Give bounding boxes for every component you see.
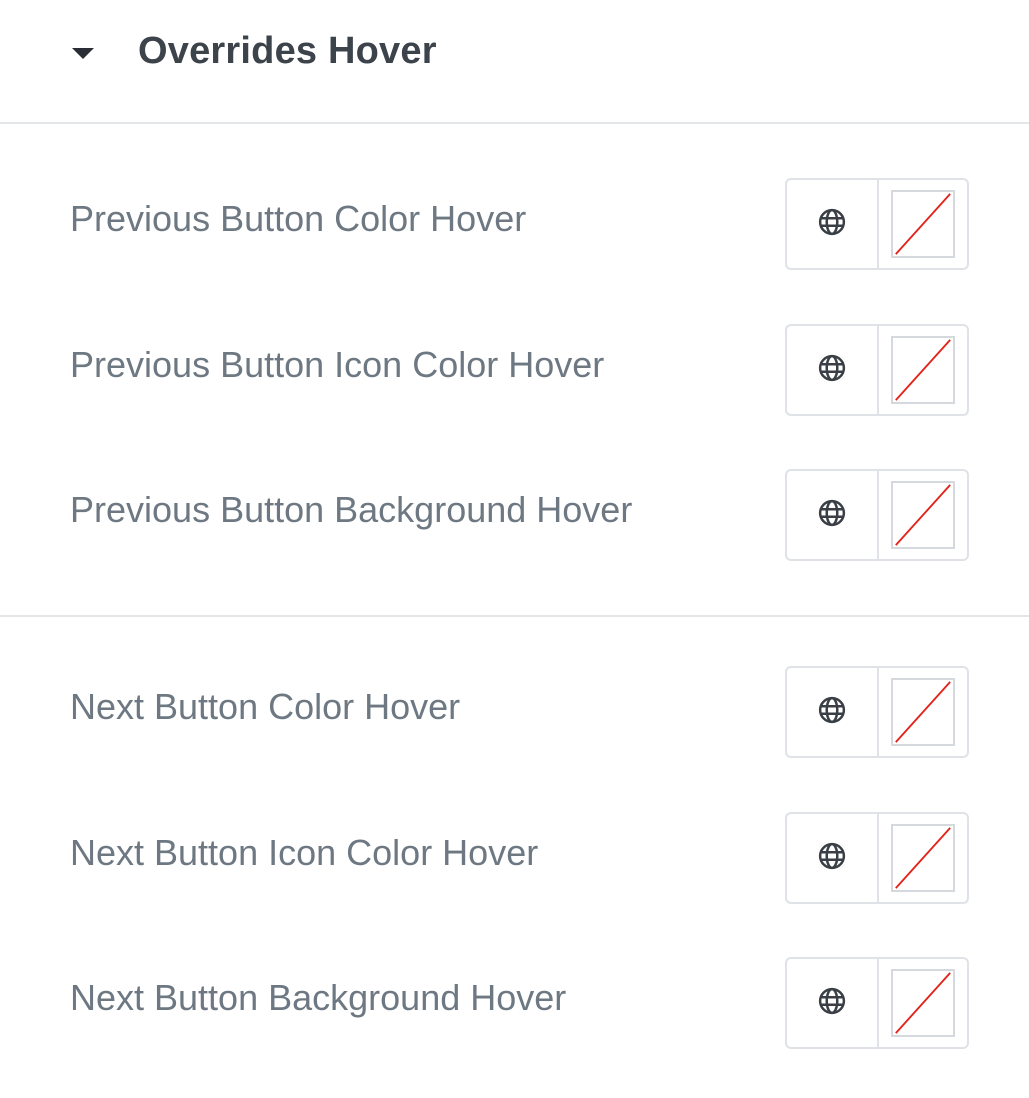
- global-colors-button[interactable]: [787, 326, 879, 414]
- control-next-button-color-hover: Next Button Color Hover: [0, 666, 1029, 758]
- color-control: [785, 812, 969, 904]
- global-colors-button[interactable]: [787, 668, 879, 756]
- no-color-swatch: [891, 336, 955, 404]
- control-previous-button-background-hover: Previous Button Background Hover: [0, 469, 1029, 561]
- color-control: [785, 469, 969, 561]
- globe-icon: [817, 353, 847, 388]
- globe-icon: [817, 695, 847, 730]
- no-color-swatch: [891, 824, 955, 892]
- control-label: Next Button Background Hover: [70, 977, 567, 1018]
- control-next-button-background-hover: Next Button Background Hover: [0, 957, 1029, 1049]
- global-colors-button[interactable]: [787, 471, 879, 559]
- no-color-swatch: [891, 190, 955, 258]
- color-picker-swatch[interactable]: [879, 959, 967, 1047]
- no-color-swatch: [891, 969, 955, 1037]
- color-control: [785, 666, 969, 758]
- control-label: Previous Button Background Hover: [70, 489, 633, 530]
- color-picker-swatch[interactable]: [879, 814, 967, 902]
- caret-down-icon: [72, 48, 94, 59]
- globe-icon: [817, 498, 847, 533]
- global-colors-button[interactable]: [787, 814, 879, 902]
- control-previous-button-color-hover: Previous Button Color Hover: [0, 178, 1029, 270]
- color-picker-swatch[interactable]: [879, 471, 967, 559]
- control-label: Next Button Icon Color Hover: [70, 832, 539, 873]
- section-toggle-overrides-hover[interactable]: Overrides Hover: [0, 0, 1029, 112]
- control-next-button-icon-color-hover: Next Button Icon Color Hover: [0, 812, 1029, 904]
- control-label: Previous Button Color Hover: [70, 198, 527, 239]
- globe-icon: [817, 207, 847, 242]
- no-color-swatch: [891, 481, 955, 549]
- color-control: [785, 324, 969, 416]
- color-control: [785, 178, 969, 270]
- control-label: Previous Button Icon Color Hover: [70, 344, 605, 385]
- color-picker-swatch[interactable]: [879, 326, 967, 414]
- global-colors-button[interactable]: [787, 959, 879, 1047]
- section-title: Overrides Hover: [138, 30, 437, 72]
- global-colors-button[interactable]: [787, 180, 879, 268]
- color-picker-swatch[interactable]: [879, 668, 967, 756]
- color-picker-swatch[interactable]: [879, 180, 967, 268]
- control-previous-button-icon-color-hover: Previous Button Icon Color Hover: [0, 324, 1029, 416]
- globe-icon: [817, 841, 847, 876]
- divider: [0, 615, 1029, 617]
- control-label: Next Button Color Hover: [70, 686, 461, 727]
- color-control: [785, 957, 969, 1049]
- no-color-swatch: [891, 678, 955, 746]
- divider: [0, 122, 1029, 124]
- globe-icon: [817, 986, 847, 1021]
